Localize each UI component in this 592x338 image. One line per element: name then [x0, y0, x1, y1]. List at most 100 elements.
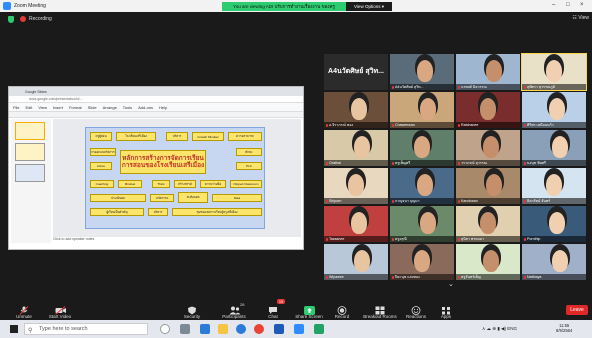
participant-tile[interactable]: อ.จิราภรณ์ ทอง: [324, 92, 388, 128]
menu-addons[interactable]: Add-ons: [138, 105, 153, 110]
participant-tile[interactable]: A4นวัตศิษย์ สุวิท...: [390, 54, 454, 90]
address-bar[interactable]: docs.google.com/presentation/d/...: [9, 96, 303, 103]
taskbar-clock[interactable]: 11:55 8/9/2564: [556, 323, 572, 333]
menu-slide[interactable]: Slide: [88, 105, 97, 110]
start-video-button[interactable]: Start Video: [40, 298, 80, 320]
security-button[interactable]: Security: [172, 298, 212, 320]
breakout-rooms-button[interactable]: Breakout Rooms: [360, 298, 400, 320]
participant-name-text: ปิยะนุช แสงทอง: [395, 275, 420, 279]
apps-button[interactable]: Apps: [426, 298, 466, 320]
video-off-icon: [55, 302, 66, 315]
record-button[interactable]: Record: [322, 298, 362, 320]
mic-muted-icon: [524, 199, 526, 203]
edge-icon[interactable]: [200, 324, 210, 334]
participant-video: [351, 212, 367, 234]
slide-box: Flipped Classroom: [230, 180, 262, 188]
browser-tab[interactable]: Google Slides: [25, 90, 47, 94]
speaker-notes[interactable]: Click to add speaker notes: [53, 237, 94, 241]
menu-insert[interactable]: Insert: [53, 105, 63, 110]
task-view-icon[interactable]: [180, 324, 190, 334]
participants-button[interactable]: Participants: [214, 298, 254, 320]
cortana-icon[interactable]: [160, 324, 170, 334]
participant-tile[interactable]: ครูอรุณี: [390, 206, 454, 242]
slide-thumbnail[interactable]: [15, 164, 45, 182]
participant-video: [420, 98, 436, 120]
chrome-icon[interactable]: [254, 324, 264, 334]
window-title: Zoom Meeting: [14, 3, 46, 9]
participant-tile[interactable]: Wipawee: [324, 244, 388, 280]
participant-tile[interactable]: ธิดารัตน์ จันทร์: [522, 168, 586, 204]
participant-tile[interactable]: Natthaya: [522, 244, 586, 280]
line-icon[interactable]: [314, 324, 324, 334]
view-options-button[interactable]: View Options ▾: [346, 2, 392, 11]
participant-tile[interactable]: วราภรณ์ สุวรรณ: [456, 130, 520, 166]
shield-icon[interactable]: [8, 15, 14, 23]
participant-tile[interactable]: A4นวัตศิษย์ สุวิท...: [324, 54, 388, 90]
participant-tile[interactable]: Ratchanee: [456, 92, 520, 128]
slide-box: ประเมินผล: [90, 194, 146, 202]
participant-tile[interactable]: Siriporn: [324, 168, 388, 204]
mic-muted-icon: [392, 275, 394, 279]
menu-format[interactable]: Format: [69, 105, 82, 110]
participant-name: วราภรณ์ สุวรรณ: [456, 160, 520, 166]
participant-tile[interactable]: สุนิสา พรหมมา: [456, 206, 520, 242]
participant-video: [546, 60, 562, 82]
participant-tile[interactable]: Pornthip: [522, 206, 586, 242]
word-icon[interactable]: [274, 324, 284, 334]
participant-tile[interactable]: กาญจนา บุญมา: [390, 168, 454, 204]
close-button[interactable]: ×: [580, 2, 584, 8]
participant-tile[interactable]: นงนุช ชัยศรี: [522, 130, 586, 166]
participant-name: ศิริพร เหมือนแก้ว: [522, 122, 586, 128]
maximize-button[interactable]: □: [566, 2, 570, 8]
participant-name-text: Orathai: [329, 161, 341, 165]
zoom-taskbar-icon[interactable]: [294, 324, 304, 334]
participant-video: [552, 250, 568, 272]
file-explorer-icon[interactable]: [218, 324, 228, 334]
mic-muted-icon: [524, 237, 526, 241]
chat-button[interactable]: Chat: [253, 298, 293, 320]
slide-box: Growth Mindset: [192, 132, 224, 141]
participant-tile[interactable]: ศิริพร เหมือนแก้ว: [522, 92, 586, 128]
menu-file[interactable]: File: [13, 105, 19, 110]
view-button[interactable]: ☷ View: [572, 15, 589, 21]
participant-tile[interactable]: Tassanee: [324, 206, 388, 242]
participant-tile[interactable]: ครูจันทร์เพ็ญ: [456, 244, 520, 280]
windows-start-icon[interactable]: [10, 325, 18, 333]
menu-edit[interactable]: Edit: [25, 105, 32, 110]
minimize-button[interactable]: –: [552, 2, 555, 8]
mic-muted-icon: [326, 237, 328, 241]
slide-box: โรงเรียนเสรีเมือง: [116, 132, 156, 141]
participant-name: Tassanee: [324, 236, 388, 242]
system-tray[interactable]: ∧ ☁ ⊕ ▮ ◀) ENG: [482, 326, 517, 332]
participant-name: Natthaya: [522, 274, 586, 280]
mic-muted-icon: [326, 161, 328, 165]
participant-name: อ.จิราภรณ์ ทอง: [324, 122, 388, 128]
leave-button[interactable]: Leave: [566, 305, 588, 315]
taskbar-search-input[interactable]: Type here to search: [24, 323, 148, 335]
participant-tile[interactable]: Kanokwan: [456, 168, 520, 204]
browser-icon[interactable]: [236, 324, 246, 334]
participant-name-text: Pornthip: [527, 237, 541, 241]
participant-tile[interactable]: Chaweewan: [390, 92, 454, 128]
current-slide[interactable]: ครูผู้สอน โรงเรียนเสรีเมือง บริหาร Growt…: [85, 127, 265, 229]
chevron-down-icon[interactable]: ⌄: [448, 280, 454, 288]
menu-view[interactable]: View: [38, 105, 47, 110]
participant-tile[interactable]: Orathai: [324, 130, 388, 166]
slide-thumbnail[interactable]: [15, 122, 45, 140]
menu-arrange[interactable]: Arrange: [103, 105, 117, 110]
browser-tab-bar: Google Slides: [9, 87, 303, 96]
unmute-button[interactable]: Unmute: [4, 298, 44, 320]
mic-muted-icon: [458, 199, 460, 203]
slide-thumbnail[interactable]: [15, 143, 45, 161]
participant-video: [549, 212, 565, 234]
participant-tile[interactable]: ครูเพ็ญศรี: [390, 130, 454, 166]
menu-tools[interactable]: Tools: [123, 105, 132, 110]
slide-box: สร้างสรรค์: [174, 180, 196, 188]
participant-tile[interactable]: นรพงศ์ นิลวรรณ: [456, 54, 520, 90]
participant-tile[interactable]: สุพัตรา สุวรรณภูมิ: [521, 53, 587, 91]
mic-muted-icon: [326, 199, 328, 203]
menu-help[interactable]: Help: [159, 105, 167, 110]
participant-name-text: A4นวัตศิษย์ สุวิท...: [395, 85, 424, 89]
windows-taskbar: Type here to search ⚲ ∧ ☁ ⊕ ▮ ◀) ENG 11:…: [0, 320, 592, 338]
participant-tile[interactable]: ปิยะนุช แสงทอง: [390, 244, 454, 280]
